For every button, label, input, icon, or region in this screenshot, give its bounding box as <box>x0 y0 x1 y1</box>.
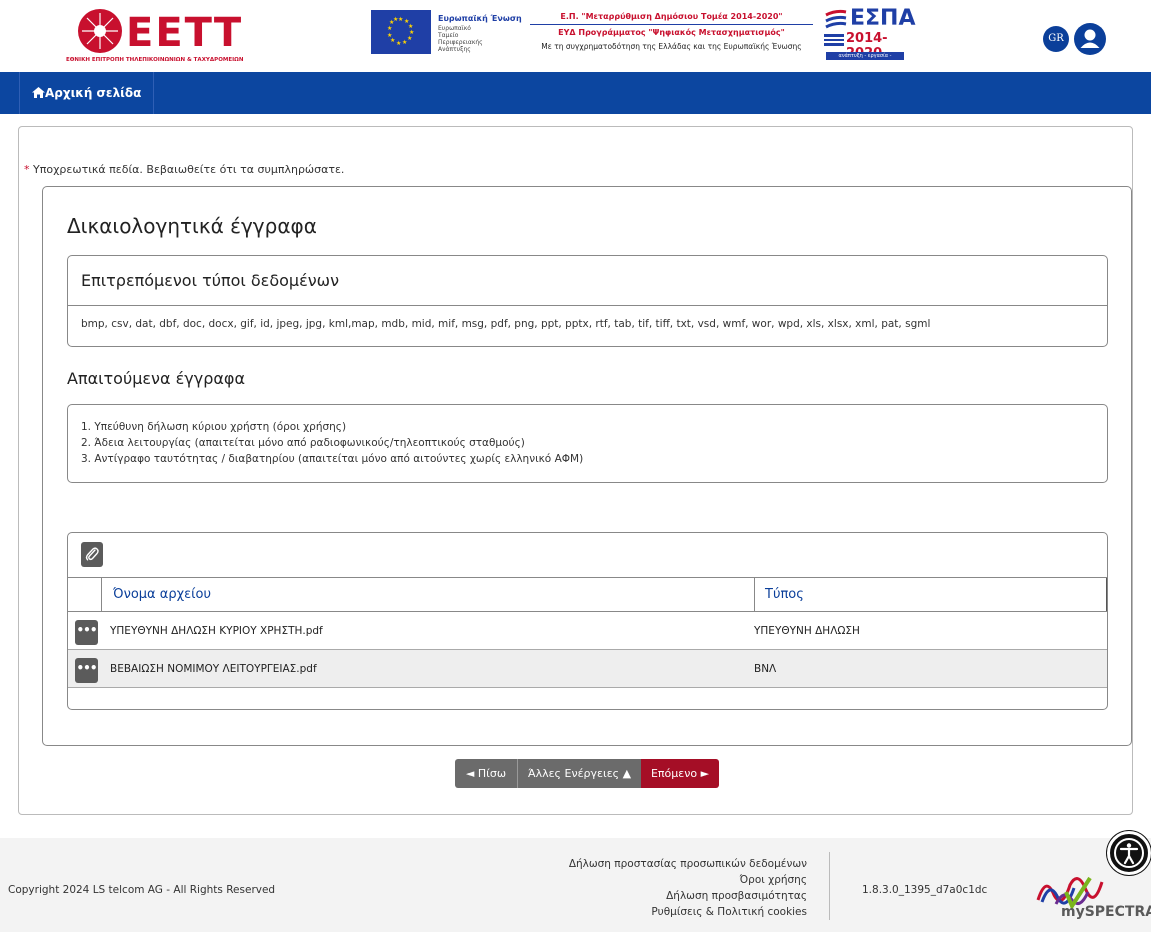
required-doc-item: 3. Αντίγραφο ταυτότητας / διαβατηρίου (α… <box>81 453 584 465</box>
accessibility-button[interactable] <box>1107 831 1151 875</box>
section-title: Δικαιολογητικά έγγραφα <box>67 214 317 238</box>
op-title: Ε.Π. "Μεταρρύθμιση Δημόσιου Τομέα 2014-2… <box>560 12 783 21</box>
footer-link-privacy[interactable]: Δήλωση προστασίας προσωπικών δεδομένων <box>520 856 807 872</box>
allowed-types-panel: Επιτρεπόμενοι τύποι δεδομένων bmp, csv, … <box>67 255 1108 347</box>
next-button[interactable]: Επόμενο ► <box>641 759 719 788</box>
main-navbar: Αρχική σελίδα <box>0 72 1151 114</box>
version-label: 1.8.3.0_1395_d7a0c1dc <box>862 884 988 896</box>
back-button[interactable]: ◄ Πίσω <box>455 759 517 788</box>
required-docs-title: Απαιτούμενα έγγραφα <box>67 369 246 388</box>
allowed-types-list: bmp, csv, dat, dbf, doc, docx, gif, id, … <box>81 318 931 330</box>
file-type-cell: ΥΠΕΥΘΥΝΗ ΔΗΛΩΣΗ <box>754 625 860 637</box>
footer-divider <box>829 852 830 920</box>
svg-text:★: ★ <box>396 40 401 47</box>
eett-emblem-icon <box>78 9 122 53</box>
op-divider <box>530 24 813 25</box>
footer-link-cookies[interactable]: Ρυθμίσεις & Πολιτική cookies <box>520 904 807 920</box>
site-header: ΕΕΤΤ ΕΘΝΙΚΗ ΕΠΙΤΡΟΠΗ ΤΗΛΕΠΙΚΟΙΝΩΝΙΩΝ & Τ… <box>0 0 1151 72</box>
required-doc-item: 1. Υπεύθυνη δήλωση κύριου χρήστη (όροι χ… <box>81 421 347 433</box>
select-column-header <box>68 578 102 611</box>
operational-programme: Ε.Π. "Μεταρρύθμιση Δημόσιου Τομέα 2014-2… <box>524 12 819 62</box>
required-doc-item: 2. Άδεια λειτουργίας (απαιτείται μόνο απ… <box>81 437 525 449</box>
column-header-type[interactable]: Τύπος <box>754 578 1107 611</box>
table-row: ••• ΥΠΕΥΘΥΝΗ ΔΗΛΩΣΗ ΚΥΡΙΟΥ ΧΡΗΣΤΗ.pdf ΥΠ… <box>68 612 1107 650</box>
accessibility-icon <box>1114 838 1144 868</box>
required-docs-panel: 1. Υπεύθυνη δήλωση κύριου χρήστη (όροι χ… <box>67 404 1108 483</box>
required-star: * <box>24 163 30 176</box>
nav-home-label: Αρχική σελίδα <box>45 86 142 100</box>
op-subtitle: ΕΥΔ Προγράμματος "Ψηφιακός Μετασχηματισμ… <box>558 28 785 37</box>
user-icon <box>1080 29 1100 48</box>
eett-subtitle: ΕΘΝΙΚΗ ΕΠΙΤΡΟΠΗ ΤΗΛΕΠΙΚΟΙΝΩΝΙΩΝ & ΤΑΧΥΔΡ… <box>66 57 244 63</box>
file-type-cell: ΒΝΛ <box>754 663 777 675</box>
attach-file-button[interactable] <box>81 542 103 567</box>
eett-wordmark: ΕΕΤΤ <box>126 10 244 56</box>
footer-links: Δήλωση προστασίας προσωπικών δεδομένων Ό… <box>520 856 807 920</box>
row-actions-button[interactable]: ••• <box>75 658 98 683</box>
eu-logo: ★ ★ ★ ★ ★ ★ ★ ★ ★ ★ ★ ★ Ευρωπαϊκή Ένωση Ευρωπαϊκ… <box>371 10 541 56</box>
svg-text:★: ★ <box>387 32 392 39</box>
footer-link-terms[interactable]: Όροι χρήσης <box>520 872 807 888</box>
svg-text:★: ★ <box>407 35 412 42</box>
espa-logo: ΕΣΠΑ 2014-2020 ανάπτυξη - εργασία - αλλη… <box>824 6 916 67</box>
file-name-cell: ΥΠΕΥΘΥΝΗ ΔΗΛΩΣΗ ΚΥΡΙΟΥ ΧΡΗΣΤΗ.pdf <box>110 625 323 637</box>
espa-wordmark: ΕΣΠΑ <box>850 6 916 31</box>
eett-logo[interactable]: ΕΕΤΤ ΕΘΝΙΚΗ ΕΠΙΤΡΟΠΗ ΤΗΛΕΠΙΚΟΙΝΩΝΙΩΝ & Τ… <box>66 6 266 64</box>
svg-text:★: ★ <box>387 25 392 32</box>
footer-link-accessibility[interactable]: Δήλωση προσβασιμότητας <box>520 888 807 904</box>
user-account-button[interactable] <box>1074 23 1106 55</box>
required-note-text: Υποχρεωτικά πεδία. Βεβαιωθείτε ότι τα συ… <box>33 163 345 176</box>
table-row: ••• ΒΕΒΑΙΩΣΗ ΝΟΜΙΜΟΥ ΛΕΙΤΟΥΡΓΕΙΑΣ.pdf ΒΝ… <box>68 650 1107 688</box>
column-header-filename[interactable]: Όνομα αρχείου <box>113 578 211 611</box>
eu-flag-icon: ★ ★ ★ ★ ★ ★ ★ ★ ★ ★ ★ ★ <box>371 10 431 54</box>
eu-subtitle: Ευρωπαϊκό Ταμείο Περιφερειακής Ανάπτυξης <box>438 25 483 53</box>
eu-title: Ευρωπαϊκή Ένωση <box>438 14 522 23</box>
copyright-text: Copyright 2024 LS telcom AG - All Rights… <box>8 884 276 896</box>
espa-swoosh-icon <box>825 9 847 29</box>
file-name-cell: ΒΕΒΑΙΩΣΗ ΝΟΜΙΜΟΥ ΛΕΙΤΟΥΡΓΕΙΑΣ.pdf <box>110 663 317 675</box>
op-cofunding: Με τη συγχρηματοδότηση της Ελλάδας και τ… <box>541 42 802 51</box>
site-footer: Copyright 2024 LS telcom AG - All Rights… <box>0 838 1151 932</box>
svg-text:★: ★ <box>393 16 398 23</box>
myspectra-logo[interactable]: mySPECTRA <box>1031 870 1151 920</box>
language-button[interactable]: GR <box>1043 26 1069 52</box>
espa-slogan: ανάπτυξη - εργασία - αλληλεγγύη <box>826 52 904 67</box>
home-icon <box>32 87 45 98</box>
table-header: Όνομα αρχείου Τύπος <box>68 577 1107 612</box>
nav-item-home[interactable]: Αρχική σελίδα <box>19 72 155 114</box>
greek-flag-icon <box>824 34 844 46</box>
row-actions-button[interactable]: ••• <box>75 620 98 645</box>
more-actions-button[interactable]: Άλλες Ενέργειες ▲ <box>517 759 641 788</box>
files-table-panel: Όνομα αρχείου Τύπος ••• ΥΠΕΥΘΥΝΗ ΔΗΛΩΣΗ … <box>67 532 1108 710</box>
svg-text:★: ★ <box>398 16 403 23</box>
svg-text:★: ★ <box>402 39 407 46</box>
paperclip-icon <box>85 547 99 561</box>
required-fields-note: * Υποχρεωτικά πεδία. Βεβαιωθείτε ότι τα … <box>24 163 344 176</box>
allowed-types-title: Επιτρεπόμενοι τύποι δεδομένων <box>68 256 1107 306</box>
spectra-wordmark: mySPECTRA <box>1061 904 1151 920</box>
